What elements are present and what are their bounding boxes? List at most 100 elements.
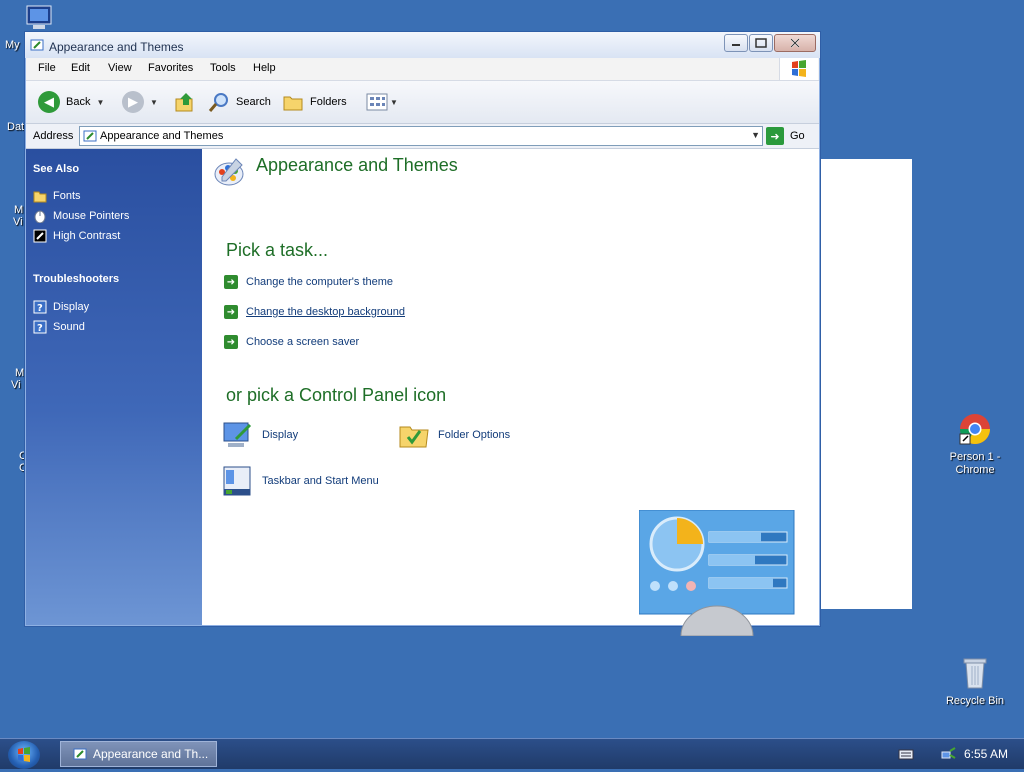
windows-logo <box>779 58 818 80</box>
start-button[interactable] <box>8 741 40 769</box>
control-panel-icon <box>83 130 97 142</box>
cp-icon-display[interactable]: Display <box>222 419 298 451</box>
cp-icon-folder-options[interactable]: Folder Options <box>398 419 510 451</box>
clock[interactable]: 6:55 AM <box>964 747 1008 761</box>
svg-text:?: ? <box>37 303 43 314</box>
chrome-desktop-icon[interactable]: Person 1 - Chrome <box>944 412 1006 477</box>
forward-arrow-icon: ▶ <box>122 91 144 113</box>
maximize-icon <box>755 38 767 48</box>
views-button[interactable]: ▼ <box>366 91 398 113</box>
cp-icon-label: Display <box>262 429 299 441</box>
desktop-icon-label-fragment: Vi <box>11 379 21 391</box>
menu-favorites[interactable]: Favorites <box>148 62 193 74</box>
main-content: Appearance and Themes Pick a task... ➜ C… <box>202 149 819 636</box>
task-sidebar: See Also Fonts Mouse Pointers High Contr… <box>26 149 202 625</box>
display-icon <box>223 422 252 447</box>
arrow-right-icon: ➜ <box>224 305 238 319</box>
menu-bar: File Edit View Favorites Tools Help <box>26 58 819 81</box>
go-button[interactable]: ➜ Go <box>766 127 805 145</box>
arrow-right-icon: ➜ <box>224 275 238 289</box>
close-button[interactable] <box>774 34 816 52</box>
recycle-bin-icon <box>963 658 987 689</box>
pick-task-heading: Pick a task... <box>226 240 329 260</box>
help-icon: ? <box>33 320 47 334</box>
desktop-icon-label-fragment: My <box>5 39 20 51</box>
address-value: Appearance and Themes <box>100 130 224 142</box>
views-grid-icon <box>366 93 388 111</box>
sidebar-item-mouse-pointers[interactable]: Mouse Pointers <box>33 209 129 223</box>
minimize-icon <box>732 44 740 46</box>
page-title: Appearance and Themes <box>256 155 458 175</box>
sidebar-item-label: Fonts <box>53 190 81 202</box>
search-label: Search <box>236 96 271 108</box>
address-input[interactable]: Appearance and Themes ▼ <box>79 126 763 146</box>
sidebar-item-fonts[interactable]: Fonts <box>33 189 81 203</box>
address-dropdown-icon[interactable]: ▼ <box>751 130 760 140</box>
chrome-icon <box>959 414 990 445</box>
cp-icon-taskbar[interactable]: Taskbar and Start Menu <box>222 465 379 497</box>
sidebar-item-label: High Contrast <box>53 230 121 242</box>
minimize-button[interactable] <box>724 34 748 52</box>
appearance-themes-window: Appearance and Themes File Edit View Fav… <box>24 31 821 636</box>
menu-view[interactable]: View <box>108 62 132 74</box>
task-screen-saver[interactable]: ➜ Choose a screen saver <box>224 335 359 349</box>
recycle-bin-desktop-icon[interactable]: Recycle Bin <box>944 656 1006 707</box>
folder-options-icon <box>399 426 429 448</box>
folders-button[interactable]: Folders <box>282 91 347 113</box>
cp-icon-label: Folder Options <box>438 429 511 441</box>
contrast-icon <box>33 229 47 243</box>
desktop-icon-label-fragment: M <box>14 204 24 216</box>
sidebar-item-label: Display <box>53 301 90 313</box>
forward-button[interactable]: ▶ ▼ <box>122 91 158 113</box>
address-bar: Address Appearance and Themes ▼ ➜ Go <box>26 124 819 149</box>
recycle-bin-label: Recycle Bin <box>945 695 1005 707</box>
sidebar-item-sound-troubleshooter[interactable]: ? Sound <box>33 320 85 334</box>
folder-icon <box>33 191 47 203</box>
sidebar-item-label: Mouse Pointers <box>53 210 130 222</box>
network-icon[interactable] <box>940 747 956 761</box>
close-icon <box>790 38 800 48</box>
up-folder-button[interactable] <box>174 91 196 113</box>
cp-icon-label: Taskbar and Start Menu <box>262 475 379 487</box>
chevron-down-icon[interactable]: ▼ <box>150 98 158 107</box>
taskbar-button-label: Appearance and Th... <box>93 747 209 761</box>
window-title: Appearance and Themes <box>49 40 184 54</box>
sidebar-item-high-contrast[interactable]: High Contrast <box>33 229 120 243</box>
search-button[interactable]: Search <box>208 91 271 113</box>
folders-label: Folders <box>310 96 347 108</box>
go-label: Go <box>790 130 805 142</box>
up-folder-icon <box>175 93 193 112</box>
chevron-down-icon[interactable]: ▼ <box>96 98 104 107</box>
appearance-themes-icon <box>214 158 244 186</box>
back-button[interactable]: ◀ Back ▼ <box>38 91 104 113</box>
task-change-theme[interactable]: ➜ Change the computer's theme <box>224 275 393 289</box>
desktop-icon-label-fragment: Dat <box>7 121 25 133</box>
desktop-icon-label-fragment: M <box>15 367 25 379</box>
help-icon: ? <box>33 300 47 314</box>
chrome-desktop-label: Person 1 - Chrome <box>949 451 1001 476</box>
maximize-button[interactable] <box>749 34 773 52</box>
background-window[interactable] <box>815 159 912 609</box>
back-arrow-icon: ◀ <box>38 91 60 113</box>
folders-icon <box>283 96 303 111</box>
sidebar-item-display-troubleshooter[interactable]: ? Display <box>33 300 89 314</box>
chevron-down-icon: ▼ <box>390 97 398 107</box>
taskbar-button-appearance[interactable]: Appearance and Th... <box>60 741 217 767</box>
svg-text:?: ? <box>37 323 43 334</box>
see-also-heading: See Also <box>33 163 80 175</box>
windows-flag-icon <box>792 60 806 77</box>
task-label: Change the desktop background <box>246 306 406 318</box>
troubleshooters-heading: Troubleshooters <box>33 273 120 285</box>
task-change-background[interactable]: ➜ Change the desktop background <box>224 305 405 319</box>
search-icon <box>208 93 228 112</box>
keyboard-icon[interactable] <box>898 747 914 761</box>
title-bar[interactable]: Appearance and Themes <box>25 32 820 58</box>
go-arrow-icon: ➜ <box>766 127 784 145</box>
address-label: Address <box>33 130 74 142</box>
menu-tools[interactable]: Tools <box>210 62 236 74</box>
toolbar: ◀ Back ▼ ▶ ▼ Search Folders ▼ <box>26 81 819 124</box>
menu-help[interactable]: Help <box>253 62 276 74</box>
menu-edit[interactable]: Edit <box>71 62 90 74</box>
menu-file[interactable]: File <box>38 62 56 74</box>
task-label: Change the computer's theme <box>246 276 394 288</box>
